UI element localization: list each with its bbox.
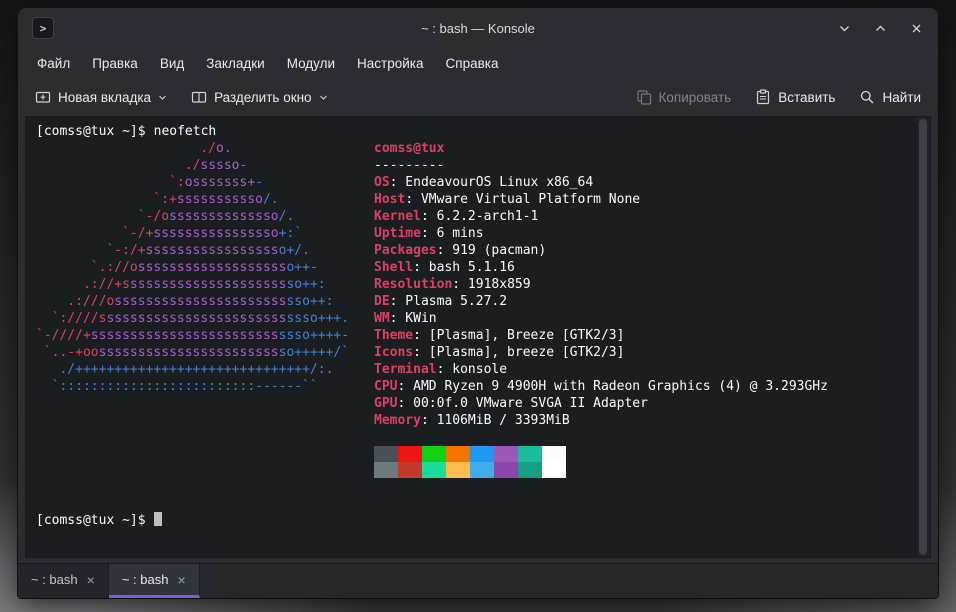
chevron-down-icon <box>839 25 849 31</box>
paste-label: Вставить <box>778 89 836 105</box>
tab-label: ~ : bash <box>121 572 169 587</box>
palette-block <box>542 446 566 462</box>
command-line: [comss@tux ~]$ neofetch <box>36 123 913 140</box>
window-controls <box>836 20 924 36</box>
window-title: ~ : bash — Konsole <box>421 20 535 36</box>
command-text: neofetch <box>153 124 217 139</box>
menu-item-4[interactable]: Модули <box>276 52 346 75</box>
tab-close-icon[interactable]: × <box>177 573 185 587</box>
minimize-button[interactable] <box>836 20 852 36</box>
shell-prompt: [comss@tux ~]$ <box>36 124 146 139</box>
split-window-label: Разделить окно <box>214 89 312 105</box>
neofetch-info-row: DE: Plasma 5.27.2 <box>374 294 508 309</box>
tab-close-icon[interactable]: × <box>87 573 95 587</box>
neofetch-info-row: WM: KWin <box>374 311 437 326</box>
menu-item-5[interactable]: Настройка <box>346 52 434 75</box>
menu-item-2[interactable]: Вид <box>149 52 195 75</box>
tab-1[interactable]: ~ : bash × <box>108 564 200 598</box>
search-icon <box>861 90 874 104</box>
palette-block <box>542 462 566 478</box>
neofetch-info-lines: OS: EndeavourOS Linux x86_64 Host: VMware… <box>374 174 828 429</box>
neofetch-info-row: Kernel: 6.2.2-arch1-1 <box>374 209 539 224</box>
palette-block <box>494 462 518 478</box>
menu-item-1[interactable]: Правка <box>81 52 149 75</box>
konsole-window: > ~ : bash — Konsole Файл Правка Вид Заклад… <box>18 8 938 598</box>
neofetch-user-host: comss@tux <box>374 141 445 156</box>
terminal-cursor <box>153 512 162 526</box>
copy-icon <box>636 90 651 105</box>
palette-block <box>446 462 470 478</box>
konsole-icon-glyph: > <box>39 21 47 35</box>
neofetch-info-row: Packages: 919 (pacman) <box>374 243 547 258</box>
palette-block <box>422 462 446 478</box>
neofetch-info-row: GPU: 00:0f.0 VMware SVGA II Adapter <box>374 396 648 411</box>
current-prompt-line: [comss@tux ~]$ <box>36 512 913 529</box>
konsole-app-icon[interactable]: > <box>32 17 54 39</box>
tab-0[interactable]: ~ : bash × <box>18 564 109 598</box>
chevron-down-icon <box>159 95 166 100</box>
neofetch-separator: --------- <box>374 158 445 173</box>
tab-label: ~ : bash <box>31 572 78 587</box>
palette-block <box>470 462 494 478</box>
terminal-scrollbar[interactable] <box>917 117 930 557</box>
neofetch-info-row: Uptime: 6 mins <box>374 226 484 241</box>
neofetch-info-row: OS: EndeavourOS Linux x86_64 <box>374 175 594 190</box>
split-window-button[interactable]: Разделить окно <box>184 84 335 110</box>
shell-prompt: [comss@tux ~]$ <box>36 513 146 528</box>
neofetch-output: ./o. ./sssso- `:osssssss+- `:+ssssssssss… <box>36 140 913 478</box>
neofetch-info-row: Memory: 1106MiB / 3393MiB <box>374 413 570 428</box>
neofetch-color-palette <box>374 446 828 478</box>
paste-button[interactable]: Вставить <box>748 84 842 110</box>
chevron-up-icon <box>875 25 885 31</box>
find-label: Найти <box>882 89 921 105</box>
neofetch-info-row: Shell: bash 5.1.16 <box>374 260 515 275</box>
paste-icon <box>757 89 770 105</box>
terminal[interactable]: [comss@tux ~]$ neofetch ./o. ./sssso- `:o… <box>25 116 931 558</box>
menu-bar: Файл Правка Вид Закладки Модули Настройка Спра… <box>18 48 938 78</box>
copy-label: Копировать <box>658 89 732 105</box>
chevron-down-icon <box>319 95 327 100</box>
neofetch-info-row: Host: VMware Virtual Platform None <box>374 192 641 207</box>
palette-block <box>518 462 542 478</box>
menu-item-0[interactable]: Файл <box>26 52 81 75</box>
new-tab-icon <box>35 91 51 103</box>
neofetch-info-row: CPU: AMD Ryzen 9 4900H with Radeon Graph… <box>374 379 828 394</box>
copy-button[interactable]: Копировать <box>629 84 739 110</box>
palette-block <box>398 446 422 462</box>
scrollbar-thumb[interactable] <box>919 119 927 555</box>
endeavouros-ascii-logo: ./o. ./sssso- `:osssssss+- `:+ssssssssss… <box>36 141 350 394</box>
palette-block <box>398 462 422 478</box>
close-button[interactable] <box>908 20 924 36</box>
new-tab-label: Новая вкладка <box>58 89 152 105</box>
tab-bar: ~ : bash × ~ : bash × <box>18 563 938 598</box>
palette-block <box>422 446 446 462</box>
neofetch-info-row: Icons: [Plasma], breeze [GTK2/3] <box>374 345 625 360</box>
neofetch-info-row: Theme: [Plasma], Breeze [GTK2/3] <box>374 328 625 343</box>
new-tab-button[interactable]: Новая вкладка <box>28 84 174 110</box>
terminal-output[interactable]: [comss@tux ~]$ neofetch ./o. ./sssso- `:o… <box>26 117 917 557</box>
maximize-button[interactable] <box>872 20 888 36</box>
titlebar[interactable]: > ~ : bash — Konsole <box>18 8 938 48</box>
toolbar: Новая вкладка Разделить окно Копировать … <box>18 78 938 116</box>
palette-block <box>374 446 398 462</box>
neofetch-info-row: Terminal: konsole <box>374 362 508 377</box>
find-button[interactable]: Найти <box>852 84 928 110</box>
palette-block <box>470 446 494 462</box>
split-window-icon <box>191 91 207 103</box>
neofetch-info: comss@tux --------- OS: EndeavourOS Linu… <box>374 140 828 478</box>
palette-block <box>494 446 518 462</box>
palette-block <box>518 446 542 462</box>
close-icon <box>912 24 920 32</box>
palette-block <box>374 462 398 478</box>
menu-item-3[interactable]: Закладки <box>195 52 275 75</box>
palette-block <box>446 446 470 462</box>
neofetch-info-row: Resolution: 1918x859 <box>374 277 531 292</box>
menu-item-6[interactable]: Справка <box>435 52 510 75</box>
